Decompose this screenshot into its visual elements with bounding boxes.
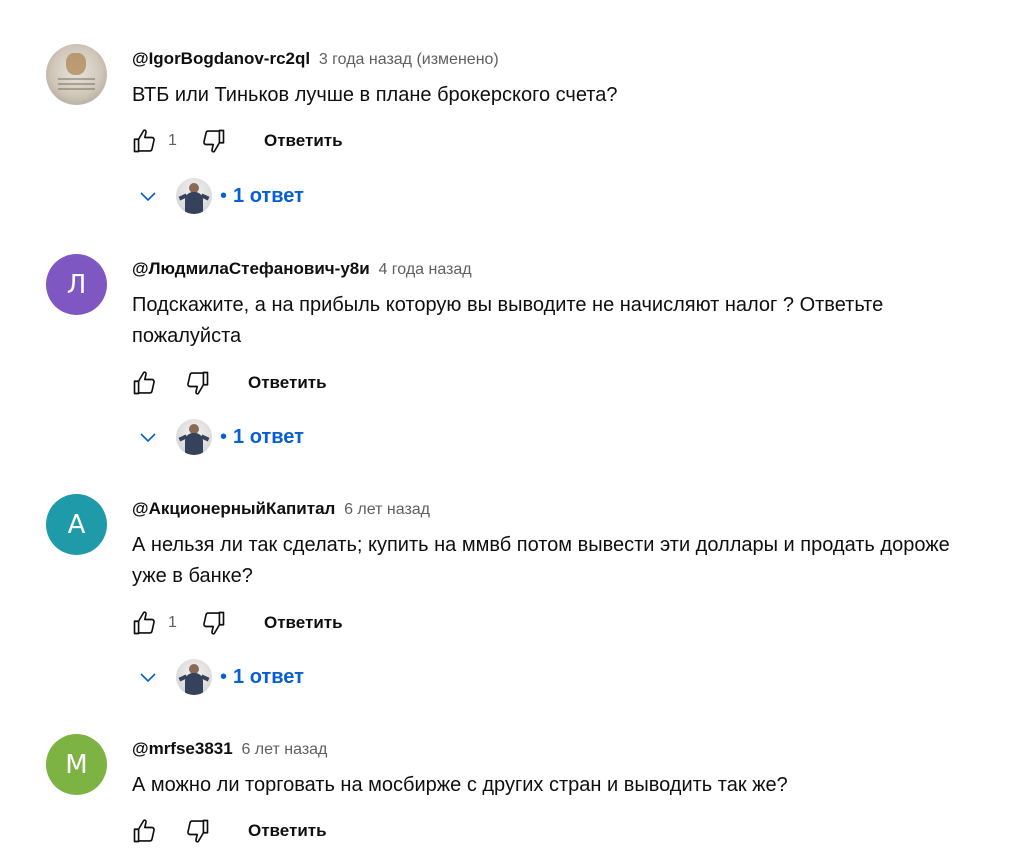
avatar[interactable]: А [46,494,107,555]
comment-text: ВТБ или Тиньков лучше в плане брокерског… [132,84,618,106]
comment-author[interactable]: @mrfse3831 [132,739,233,758]
comment-toolbar: Ответить [130,816,327,846]
reply-count[interactable]: 1 ответ [233,426,304,449]
thumbs-up-icon [133,129,155,153]
comment-author[interactable]: @АкционерныйКапитал [132,499,335,518]
comment-text: Подскажите, а на прибыль которую вы выво… [132,294,884,347]
like-count: 1 [168,132,177,149]
reply-button[interactable]: Ответить [248,821,327,841]
comment-text: А нельзя ли так сделать; купить на ммвб … [132,534,950,587]
comment-time[interactable]: 3 года назад (изменено) [319,51,499,68]
comment-toolbar: 1 Ответить [130,608,343,638]
avatar-letter: А [67,509,86,540]
comment-author[interactable]: @IgorBogdanov-rc2ql [132,49,310,68]
dislike-button[interactable] [182,368,212,398]
like-button[interactable] [130,368,160,398]
thumbs-down-icon [203,611,225,635]
emblem-icon [66,53,86,75]
comment-header: @IgorBogdanov-rc2ql 3 года назад (измене… [132,48,499,71]
reply-count[interactable]: 1 ответ [233,185,304,208]
thumbs-down-icon [187,819,209,843]
comment-toolbar: Ответить [130,368,327,398]
separator-dot: • [220,425,228,448]
separator-dot: • [220,665,228,688]
thumbs-down-icon [203,129,225,153]
reply-button[interactable]: Ответить [264,613,343,633]
reply-author-avatar [176,419,212,455]
thumbs-down-icon [187,371,209,395]
avatar-letter: Л [66,269,87,300]
replies-toggle[interactable]: • 1 ответ [136,657,304,697]
reply-count[interactable]: 1 ответ [233,666,304,689]
comment-header: @АкционерныйКапитал 6 лет назад [132,498,430,521]
thumbs-up-icon [133,819,155,843]
replies-toggle[interactable]: • 1 ответ [136,417,304,457]
separator-dot: • [220,184,228,207]
reply-author-avatar [176,659,212,695]
comment-time[interactable]: 6 лет назад [344,501,430,518]
like-button[interactable] [130,816,160,846]
avatar-letter: М [65,749,88,780]
replies-toggle[interactable]: • 1 ответ [136,176,304,216]
chevron-down-icon [136,665,160,689]
like-button[interactable] [130,126,160,156]
avatar[interactable] [46,44,107,105]
avatar[interactable]: Л [46,254,107,315]
avatar[interactable]: М [46,734,107,795]
like-count: 1 [168,614,177,631]
dislike-button[interactable] [198,608,228,638]
dislike-button[interactable] [198,126,228,156]
thumbs-up-icon [133,371,155,395]
chevron-down-icon [136,184,160,208]
chevron-down-icon [136,425,160,449]
thumbs-up-icon [133,611,155,635]
reply-button[interactable]: Ответить [264,131,343,151]
comment-toolbar: 1 Ответить [130,126,343,156]
dislike-button[interactable] [182,816,212,846]
reply-button[interactable]: Ответить [248,373,327,393]
like-button[interactable] [130,608,160,638]
comment-text: А можно ли торговать на мосбирже с други… [132,774,788,796]
comment-time[interactable]: 4 года назад [378,261,471,278]
comment-header: @ЛюдмилаСтефанович-у8и 4 года назад [132,258,472,281]
comment-header: @mrfse3831 6 лет назад [132,738,327,761]
reply-author-avatar [176,178,212,214]
comment-time[interactable]: 6 лет назад [241,741,327,758]
comment-author[interactable]: @ЛюдмилаСтефанович-у8и [132,259,370,278]
document-icon [58,78,95,92]
